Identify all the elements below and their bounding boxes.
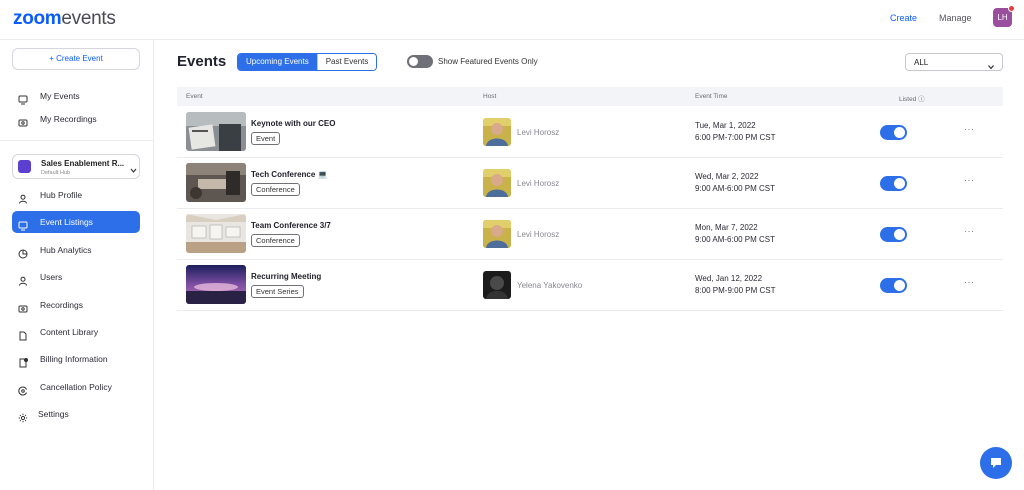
event-thumbnail[interactable] [186,112,246,151]
listed-toggle[interactable] [880,227,907,242]
cancel-policy-icon [18,382,28,396]
sidebar-item-billing-information[interactable]: Billing Information [12,348,140,370]
host-avatar [483,271,511,299]
toggle-knob [894,178,905,189]
page-title: Events [177,53,227,70]
listed-toggle[interactable] [880,176,907,191]
table-row[interactable]: Keynote with our CEO Event Levi Horosz T… [177,107,1003,158]
event-name[interactable]: Team Conference 3/7 [251,221,331,230]
column-header-listed: Listed ⓘ [899,96,925,103]
events-tab-group: Upcoming Events Past Events [237,53,378,71]
billing-icon [18,354,29,368]
sidebar-item-my-recordings[interactable]: My Recordings [12,108,140,130]
tab-upcoming-events[interactable]: Upcoming Events [238,54,317,70]
event-type-badge: Event [251,132,281,145]
event-name[interactable]: Tech Conference 💻 [251,170,328,179]
column-header-event: Event [186,93,203,100]
recording-icon [18,114,28,127]
avatar[interactable]: LH [993,5,1015,27]
event-type-badge: Conference [251,234,300,247]
featured-toggle-label: Show Featured Events Only [438,57,538,66]
host-avatar [483,169,511,197]
host-name: Yelena Yakovenko [517,281,583,290]
hub-selector[interactable]: Sales Enablement R... Default Hub [12,154,140,179]
tab-past-events[interactable]: Past Events [316,54,377,70]
sidebar-item-event-listings[interactable]: Event Listings [12,211,140,233]
event-date: Wed, Mar 2, 2022 [695,172,759,181]
host-avatar [483,220,511,248]
sidebar-item-cancellation-policy[interactable]: Cancellation Policy [12,376,140,398]
pie-chart-icon [18,245,28,259]
event-filter-select[interactable]: ALL [905,53,1003,71]
sidebar-item-hub-analytics[interactable]: Hub Analytics [12,239,140,261]
more-options-icon[interactable]: ··· [964,175,975,185]
recording-icon [18,300,28,313]
toggle-knob [894,127,905,138]
sidebar-item-content-library[interactable]: Content Library [12,321,140,343]
event-type-badge: Conference [251,183,300,196]
info-icon[interactable]: ⓘ [918,96,925,103]
manage-link[interactable]: Manage [939,12,972,24]
sidebar-divider [0,140,154,141]
host-name: Levi Horosz [517,230,560,239]
table-header: Event Host Event Time Listed ⓘ [177,87,1003,106]
chevron-down-icon [987,58,995,70]
chevron-down-icon [129,162,138,173]
user-icon [18,272,28,286]
toggle-knob [409,57,418,66]
zoom-events-logo[interactable]: zoomevents [13,8,116,30]
chat-button[interactable] [980,447,1012,479]
sidebar-item-users[interactable]: Users [12,266,140,288]
event-date: Tue, Mar 1, 2022 [695,121,756,130]
more-options-icon[interactable]: ··· [964,124,975,134]
more-options-icon[interactable]: ··· [964,277,975,287]
column-header-host: Host [483,93,497,100]
event-thumbnail[interactable] [186,214,246,253]
sidebar-item-my-events[interactable]: My Events [12,85,140,107]
event-date: Mon, Mar 7, 2022 [695,223,758,232]
event-date: Wed, Jan 12, 2022 [695,274,763,283]
document-icon [18,327,28,341]
gear-icon [18,409,28,423]
event-thumbnail[interactable] [186,265,246,304]
create-event-button[interactable]: + Create Event [12,48,140,70]
monitor-icon [18,217,28,231]
sidebar-item-settings[interactable]: Settings [12,403,140,425]
event-time: 6:00 PM-7:00 PM CST [695,133,776,142]
hub-icon [18,160,31,173]
toggle-knob [894,280,905,291]
table-row[interactable]: Recurring Meeting Event Series Yelena Ya… [177,260,1003,311]
featured-toggle[interactable] [407,55,433,68]
table-row[interactable]: Team Conference 3/7 Conference Levi Horo… [177,209,1003,260]
chat-icon [991,458,1001,468]
host-name: Levi Horosz [517,179,560,188]
event-thumbnail[interactable] [186,163,246,202]
top-bar: zoomevents Create Manage LH [0,0,1024,40]
sidebar: + Create Event My Events My Recordings S… [0,40,154,490]
more-options-icon[interactable]: ··· [964,226,975,236]
notification-dot [1008,5,1015,12]
sidebar-item-hub-profile[interactable]: Hub Profile [12,184,140,206]
event-time: 9:00 AM-6:00 PM CST [695,184,776,193]
person-icon [18,190,28,204]
event-name[interactable]: Recurring Meeting [251,272,321,281]
sidebar-item-recordings[interactable]: Recordings [12,294,140,316]
host-avatar [483,118,511,146]
listed-toggle[interactable] [880,125,907,140]
event-time: 8:00 PM-9:00 PM CST [695,286,776,295]
event-time: 9:00 AM-6:00 PM CST [695,235,776,244]
event-type-badge: Event Series [251,285,304,298]
monitor-icon [18,91,28,105]
create-link[interactable]: Create [890,12,917,24]
column-header-event-time: Event Time [695,93,728,100]
event-name[interactable]: Keynote with our CEO [251,119,335,128]
listed-toggle[interactable] [880,278,907,293]
toggle-knob [894,229,905,240]
host-name: Levi Horosz [517,128,560,137]
table-row[interactable]: Tech Conference 💻 Conference Levi Horosz… [177,158,1003,209]
